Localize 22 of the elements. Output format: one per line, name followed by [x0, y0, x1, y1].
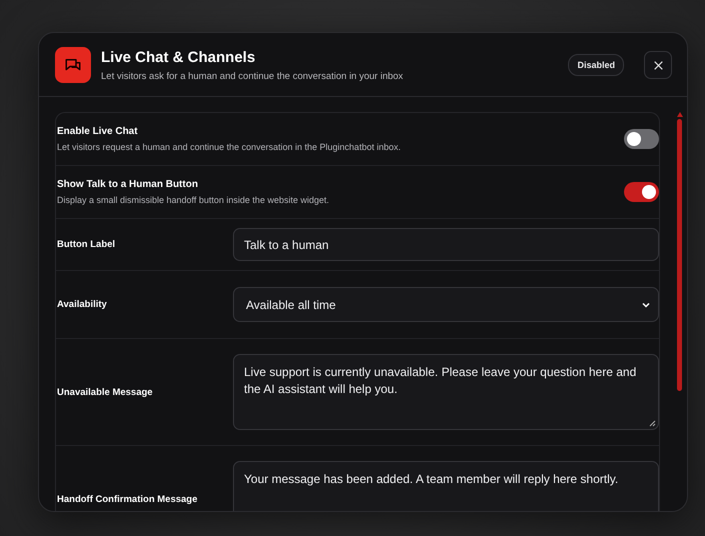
- text-area[interactable]: Your message has been added. A team member will reply here shortly.: [233, 461, 659, 511]
- field-label: Unavailable Message: [57, 386, 154, 398]
- resize-grip-icon[interactable]: [649, 420, 656, 427]
- setting-description: Let visitors request a human and continue the conversation in the Pluginchatbot inbox.: [57, 142, 402, 152]
- setting-label: Show Talk to a Human Button: [57, 179, 199, 190]
- toggle-switch[interactable]: [624, 129, 659, 149]
- close-button[interactable]: [644, 51, 672, 79]
- text-area[interactable]: Live support is currently unavailable. Please leave your question here and the AI assistant will help you.: [233, 354, 659, 430]
- scroll-up-arrow-icon[interactable]: [676, 112, 682, 117]
- field-label: Handoff Confirmation Message: [57, 494, 198, 504]
- toggle-switch[interactable]: [624, 182, 659, 202]
- dropdown-field[interactable]: Available all time: [233, 287, 659, 322]
- close-icon: [652, 58, 664, 72]
- field-label: Button Label: [57, 239, 116, 250]
- dialog-subtitle: Let visitors ask for a human and continue the conversation in your inbox: [101, 70, 404, 82]
- setting-label: Enable Live Chat: [57, 126, 139, 137]
- setting-description: Display a small dismissible handoff button inside the website widget.: [57, 195, 330, 205]
- chat-bubble-icon: [55, 47, 91, 83]
- dialog-title: Live Chat & Channels: [101, 48, 256, 66]
- input-field[interactable]: Talk to a human: [233, 228, 659, 261]
- status-badge: Disabled: [568, 54, 624, 76]
- field-label: Availability: [57, 299, 108, 310]
